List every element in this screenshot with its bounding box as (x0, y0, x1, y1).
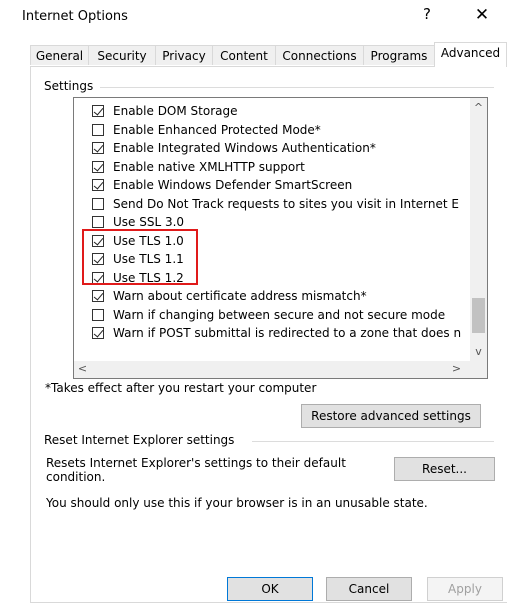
setting-label: Enable DOM Storage (113, 104, 238, 118)
checkbox[interactable] (92, 179, 104, 191)
checkbox[interactable] (92, 253, 104, 265)
scrollbar-corner (470, 361, 487, 378)
setting-label: Warn if changing between secure and not … (113, 307, 446, 322)
tab-programs[interactable]: Programs (363, 45, 435, 65)
help-button[interactable]: ? (415, 5, 439, 23)
title-bar: Internet Options ? ✕ (0, 0, 507, 36)
checkbox[interactable] (92, 234, 104, 247)
setting-native-xmlhttp[interactable]: Enable native XMLHTTP support (92, 158, 305, 176)
tab-connections[interactable]: Connections (275, 45, 364, 65)
setting-cert-mismatch[interactable]: Warn about certificate address mismatch* (92, 287, 367, 305)
setting-enable-dom-storage[interactable]: Enable DOM Storage (92, 102, 238, 120)
setting-label: Warn about certificate address mismatch* (113, 289, 367, 303)
setting-enhanced-protected-mode[interactable]: Enable Enhanced Protected Mode* (92, 121, 321, 139)
setting-label: Send Do Not Track requests to sites you … (113, 196, 459, 211)
setting-label: Use TLS 1.1 (113, 252, 184, 266)
checkbox[interactable] (92, 290, 104, 302)
vertical-scroll-thumb[interactable] (472, 298, 485, 333)
setting-smartscreen[interactable]: Enable Windows Defender SmartScreen (92, 176, 352, 194)
horizontal-scrollbar[interactable]: < > (74, 361, 487, 378)
checkbox[interactable] (92, 216, 104, 228)
setting-label: Use TLS 1.2 (113, 270, 184, 285)
checkbox[interactable] (92, 271, 104, 284)
scroll-right-icon[interactable]: > (448, 361, 465, 377)
settings-group-label: Settings (40, 79, 98, 93)
checkbox[interactable] (92, 308, 104, 321)
reset-note: You should only use this if your browser… (46, 496, 428, 510)
window-title: Internet Options (22, 9, 128, 24)
vertical-scrollbar[interactable]: ^ v (470, 98, 487, 361)
tab-advanced[interactable]: Advanced (434, 42, 507, 67)
scroll-up-icon[interactable]: ^ (470, 100, 487, 116)
setting-do-not-track[interactable]: Send Do Not Track requests to sites you … (92, 195, 459, 213)
cancel-button[interactable]: Cancel (326, 577, 412, 601)
tab-privacy[interactable]: Privacy (155, 45, 213, 65)
checkbox[interactable] (92, 105, 104, 117)
setting-post-redirect[interactable]: Warn if POST submittal is redirected to … (92, 324, 461, 342)
setting-label: Enable Enhanced Protected Mode* (113, 122, 321, 137)
checkbox[interactable] (92, 197, 104, 210)
tab-content[interactable]: Content (212, 45, 276, 65)
scroll-left-icon[interactable]: < (74, 361, 91, 377)
setting-secure-mode-change[interactable]: Warn if changing between secure and not … (92, 306, 445, 324)
scroll-down-icon[interactable]: v (470, 344, 487, 360)
reset-group-line (252, 441, 494, 442)
settings-group-line (100, 87, 494, 88)
tab-general[interactable]: General (30, 45, 89, 65)
setting-label: Enable Windows Defender SmartScreen (113, 178, 353, 192)
setting-tls-1-2[interactable]: Use TLS 1.2 (92, 269, 184, 287)
setting-label: Enable native XMLHTTP support (113, 159, 305, 174)
tab-strip: General Security Privacy Content Connect… (30, 42, 507, 67)
checkbox[interactable] (92, 142, 104, 154)
setting-ssl-3-0[interactable]: Use SSL 3.0 (92, 213, 184, 231)
setting-tls-1-0[interactable]: Use TLS 1.0 (92, 232, 184, 250)
apply-button[interactable]: Apply (427, 577, 503, 601)
ok-button[interactable]: OK (227, 577, 313, 601)
reset-group-label: Reset Internet Explorer settings (40, 433, 239, 447)
reset-button[interactable]: Reset... (394, 457, 495, 481)
setting-integrated-windows-auth[interactable]: Enable Integrated Windows Authentication… (92, 139, 376, 157)
setting-label: Use SSL 3.0 (113, 215, 185, 229)
restart-footnote: *Takes effect after you restart your com… (45, 381, 317, 395)
setting-label: Use TLS 1.0 (113, 233, 184, 248)
close-button[interactable]: ✕ (470, 5, 494, 25)
reset-description: Resets Internet Explorer's settings to t… (46, 456, 346, 484)
setting-label: Warn if POST submittal is redirected to … (113, 326, 462, 340)
checkbox[interactable] (92, 327, 104, 339)
setting-tls-1-1[interactable]: Use TLS 1.1 (92, 250, 184, 268)
checkbox[interactable] (92, 160, 104, 173)
setting-label: Enable Integrated Windows Authentication… (113, 141, 376, 155)
restore-advanced-settings-button[interactable]: Restore advanced settings (301, 404, 481, 428)
tab-security[interactable]: Security (88, 45, 156, 65)
checkbox[interactable] (92, 123, 104, 136)
settings-list[interactable]: Enable DOM Storage Enable Enhanced Prote… (73, 97, 488, 379)
